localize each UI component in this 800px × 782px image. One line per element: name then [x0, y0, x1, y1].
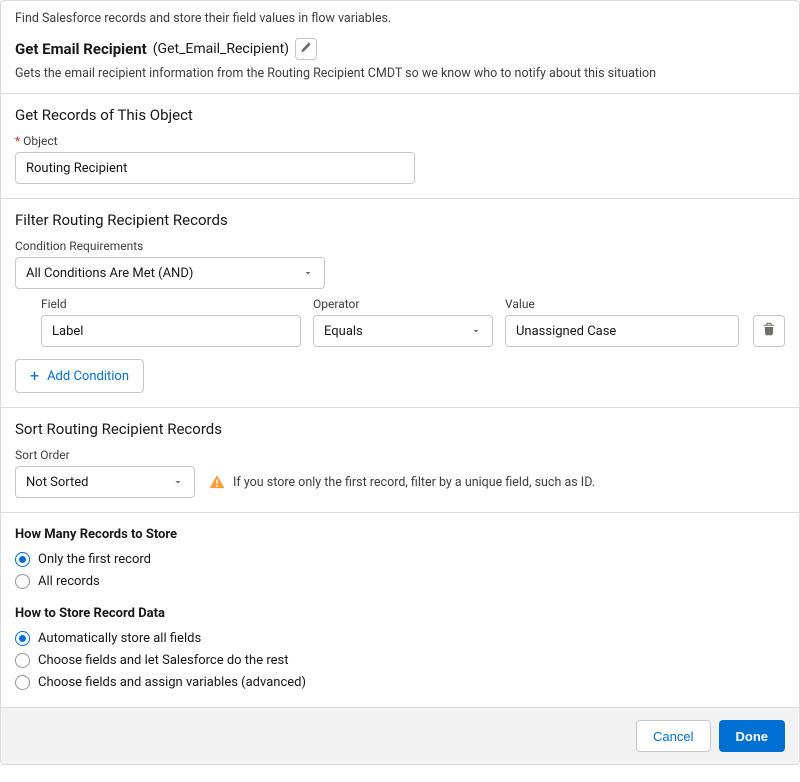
- how-many-heading: How Many Records to Store: [15, 527, 785, 542]
- object-input-value: Routing Recipient: [26, 161, 127, 176]
- object-input[interactable]: Routing Recipient: [15, 152, 415, 184]
- delete-condition-button[interactable]: [753, 315, 785, 347]
- radio-only-first-label: Only the first record: [38, 552, 151, 567]
- radio-choose-fields[interactable]: Choose fields and let Salesforce do the …: [15, 649, 785, 671]
- trash-icon: [762, 322, 776, 340]
- sort-order-label: Sort Order: [15, 448, 785, 462]
- filter-section: Filter Routing Recipient Records Conditi…: [1, 198, 799, 407]
- condition-field-input[interactable]: Label: [41, 315, 301, 347]
- sort-warning-text: If you store only the first record, filt…: [233, 475, 595, 490]
- radio-only-first[interactable]: Only the first record: [15, 548, 785, 570]
- pencil-icon: [300, 41, 312, 57]
- intro-text: Find Salesforce records and store their …: [1, 1, 799, 34]
- section-heading-filter: Filter Routing Recipient Records: [15, 211, 785, 229]
- radio-all-records[interactable]: All records: [15, 570, 785, 592]
- radio-icon: [15, 552, 30, 567]
- radio-advanced[interactable]: Choose fields and assign variables (adva…: [15, 671, 785, 693]
- chevron-down-icon: [302, 267, 314, 279]
- sort-order-select[interactable]: Not Sorted: [15, 466, 195, 498]
- condition-operator-value: Equals: [324, 324, 363, 339]
- add-condition-label: Add Condition: [47, 369, 129, 384]
- get-records-panel: Find Salesforce records and store their …: [0, 0, 800, 765]
- condition-field-header: Field: [41, 297, 301, 311]
- element-label: Get Email Recipient: [15, 40, 147, 58]
- how-store-heading: How to Store Record Data: [15, 606, 785, 621]
- condition-requirements-label: Condition Requirements: [15, 239, 785, 253]
- condition-requirements-select[interactable]: All Conditions Are Met (AND): [15, 257, 325, 289]
- radio-icon: [15, 574, 30, 589]
- condition-field-value: Label: [52, 324, 83, 339]
- radio-icon: [15, 653, 30, 668]
- radio-icon: [15, 631, 30, 646]
- chevron-down-icon: [172, 476, 184, 488]
- object-field-label: Object: [15, 134, 785, 148]
- condition-requirements-value: All Conditions Are Met (AND): [26, 266, 193, 281]
- radio-advanced-label: Choose fields and assign variables (adva…: [38, 675, 306, 690]
- radio-all-records-label: All records: [38, 574, 100, 589]
- element-description: Gets the email recipient information fro…: [1, 62, 799, 93]
- section-heading-sort: Sort Routing Recipient Records: [15, 420, 785, 438]
- plus-icon: +: [30, 368, 39, 384]
- condition-value-header: Value: [505, 297, 739, 311]
- radio-choose-fields-label: Choose fields and let Salesforce do the …: [38, 653, 288, 668]
- done-button[interactable]: Done: [719, 720, 786, 752]
- chevron-down-icon: [470, 325, 482, 337]
- dialog-footer: Cancel Done: [1, 707, 799, 764]
- condition-value-text: Unassigned Case: [516, 324, 616, 339]
- edit-label-button[interactable]: [295, 38, 317, 60]
- condition-row: Field Label Operator Equals Value Unassi…: [15, 297, 785, 347]
- section-heading-object: Get Records of This Object: [15, 106, 785, 124]
- radio-icon: [15, 675, 30, 690]
- condition-operator-select[interactable]: Equals: [313, 315, 493, 347]
- get-records-object-section: Get Records of This Object Object Routin…: [1, 93, 799, 198]
- store-options-section: How Many Records to Store Only the first…: [1, 512, 799, 707]
- condition-value-input[interactable]: Unassigned Case: [505, 315, 739, 347]
- element-title-row: Get Email Recipient (Get_Email_Recipient…: [1, 34, 799, 62]
- radio-auto-store-label: Automatically store all fields: [38, 631, 201, 646]
- sort-order-value: Not Sorted: [26, 475, 89, 490]
- condition-operator-header: Operator: [313, 297, 493, 311]
- add-condition-button[interactable]: + Add Condition: [15, 359, 144, 393]
- sort-section: Sort Routing Recipient Records Sort Orde…: [1, 407, 799, 512]
- sort-warning: If you store only the first record, filt…: [209, 474, 595, 490]
- cancel-button[interactable]: Cancel: [636, 720, 710, 752]
- element-api-name: (Get_Email_Recipient): [153, 41, 289, 57]
- radio-auto-store[interactable]: Automatically store all fields: [15, 627, 785, 649]
- warning-icon: [209, 474, 225, 490]
